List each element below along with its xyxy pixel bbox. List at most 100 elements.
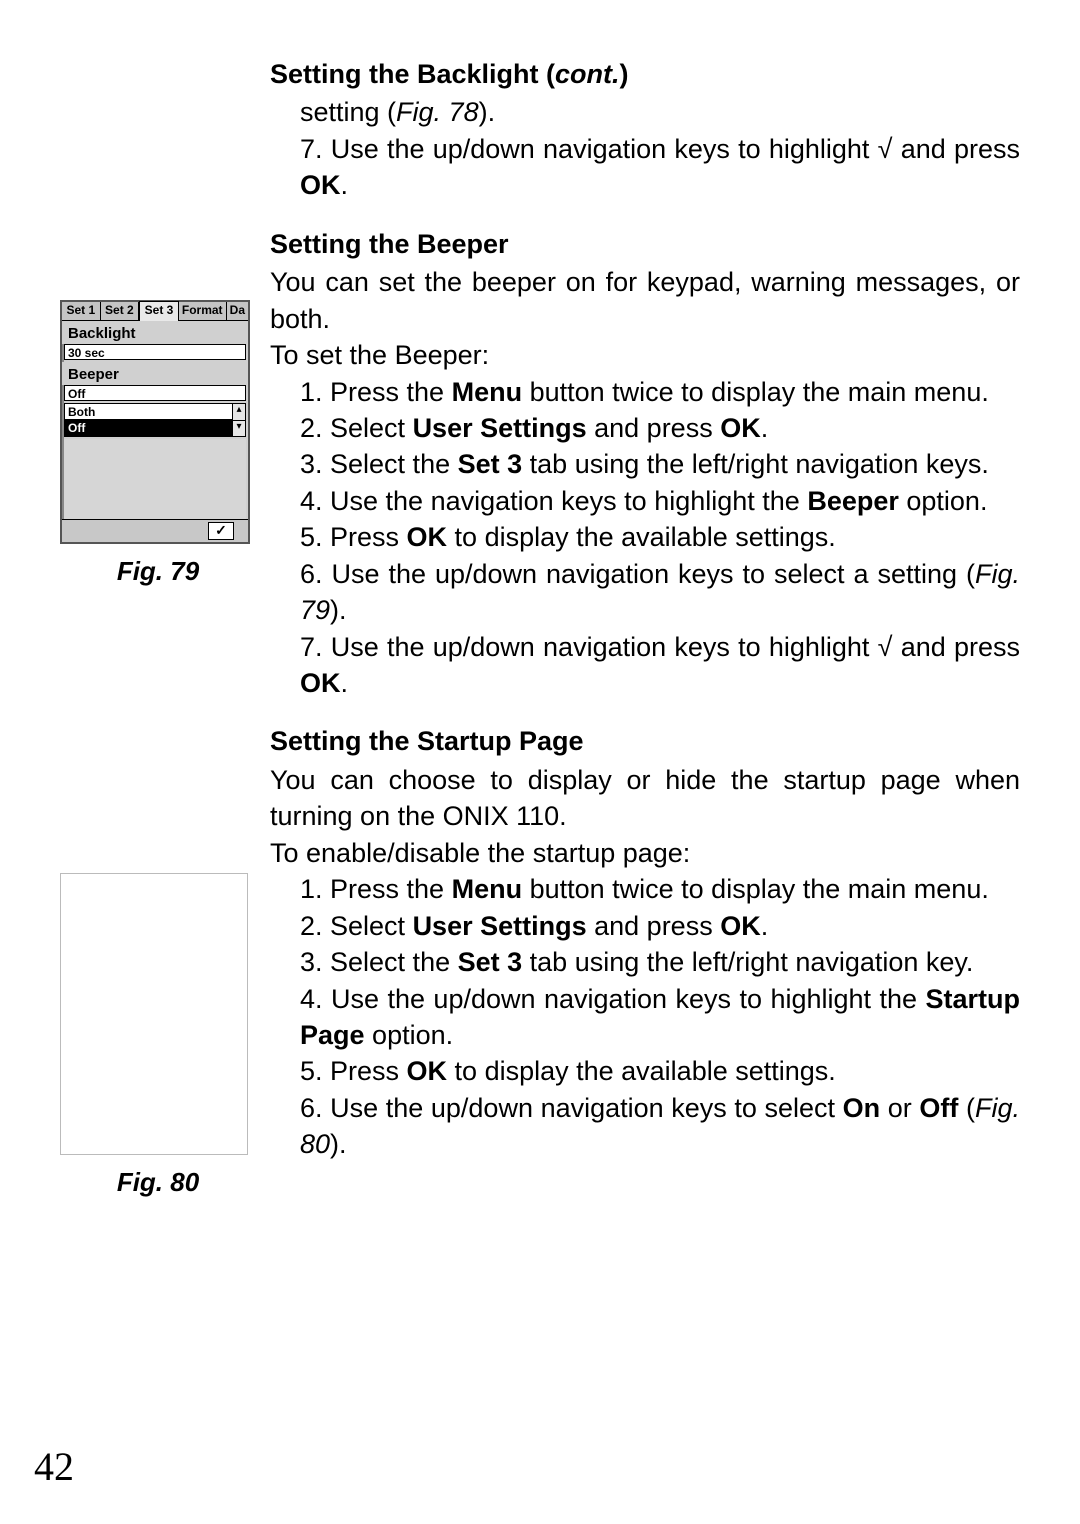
text: 7. Use the up/down navigation keys to hi… [300, 134, 1020, 164]
figure-79-screenshot: Set 1 Set 2 Set 3 Format Da Backlight 30… [60, 300, 250, 544]
set3-label: Set 3 [458, 449, 523, 479]
text: 2. Select [300, 413, 413, 443]
fig79-beeper-dropdown: Both Off ▴ ▾ [64, 403, 246, 437]
fig79-dropdown-opt-both: Both [65, 404, 245, 420]
text: tab using the left/right navigation keys… [522, 449, 989, 479]
text: . [761, 413, 769, 443]
check-icon: ✓ [208, 522, 234, 540]
text: setting ( [300, 97, 396, 127]
beeper-step4: 4. Use the navigation keys to highlight … [300, 483, 1020, 519]
text: 6. Use the up/down navigation keys to se… [300, 1093, 843, 1123]
fig79-backlight-value: 30 sec [64, 344, 246, 360]
text-column: Setting the Backlight (cont.) setting (F… [270, 56, 1020, 1163]
text: 5. Press [300, 1056, 407, 1086]
ok-label: OK [407, 1056, 448, 1086]
text: ( [958, 1093, 975, 1123]
text: to display the available settings. [447, 522, 836, 552]
menu-label: Menu [452, 377, 523, 407]
startup-step1: 1. Press the Menu button twice to displa… [300, 871, 1020, 907]
fig79-tab-data: Da [227, 302, 248, 320]
beeper-step1: 1. Press the Menu button twice to displa… [300, 374, 1020, 410]
heading-text: Setting the Backlight ( [270, 59, 555, 89]
text: and press [587, 911, 721, 941]
off-label: Off [919, 1093, 958, 1123]
heading-beeper: Setting the Beeper [270, 226, 1020, 262]
text: or [880, 1093, 919, 1123]
page-number: 42 [34, 1443, 74, 1490]
text: 4. Use the up/down navigation keys to hi… [300, 984, 926, 1014]
menu-label: Menu [452, 874, 523, 904]
text: . [341, 170, 349, 200]
fig79-backlight-label: Backlight [62, 321, 248, 344]
ok-label: OK [720, 911, 761, 941]
text: 2. Select [300, 911, 413, 941]
text: button twice to display the main menu. [522, 377, 989, 407]
text: ). [330, 595, 347, 625]
beeper-to: To set the Beeper: [270, 337, 1020, 373]
text: . [761, 911, 769, 941]
text: 1. Press the [300, 874, 452, 904]
beeper-step2: 2. Select User Settings and press OK. [300, 410, 1020, 446]
text: to display the available settings. [447, 1056, 836, 1086]
fig78-ref: Fig. 78 [396, 97, 479, 127]
text: 4. Use the navigation keys to highlight … [300, 486, 807, 516]
heading-startup: Setting the Startup Page [270, 723, 1020, 759]
beeper-step7: 7. Use the up/down navigation keys to hi… [300, 629, 1020, 702]
figure-79-caption: Fig. 79 [60, 556, 256, 587]
manual-page: Set 1 Set 2 Set 3 Format Da Backlight 30… [0, 0, 1080, 1524]
figure-80-placeholder [60, 873, 248, 1155]
fig79-tab-set3: Set 3 [139, 301, 179, 321]
beeper-steps: 1. Press the Menu button twice to displa… [270, 374, 1020, 702]
heading-cont: cont. [555, 59, 620, 89]
startup-to: To enable/disable the startup page: [270, 835, 1020, 871]
beeper-step3: 3. Select the Set 3 tab using the left/r… [300, 446, 1020, 482]
heading-close: ) [620, 59, 629, 89]
text: option. [365, 1020, 454, 1050]
backlight-steps-tail: setting (Fig. 78). 7. Use the up/down na… [270, 94, 1020, 203]
fig79-beeper-value: Off [64, 385, 246, 401]
text: ). [479, 97, 496, 127]
text: 3. Select the [300, 449, 458, 479]
text: 7. Use the up/down navigation keys to hi… [300, 632, 1020, 662]
fig79-beeper-label: Beeper [62, 362, 248, 385]
figure-column: Set 1 Set 2 Set 3 Format Da Backlight 30… [60, 300, 256, 1198]
startup-step6: 6. Use the up/down navigation keys to se… [300, 1090, 1020, 1163]
arrow-up-icon: ▴ [233, 404, 245, 421]
beeper-step6: 6. Use the up/down navigation keys to se… [300, 556, 1020, 629]
on-label: On [843, 1093, 881, 1123]
text: . [341, 668, 349, 698]
text: 5. Press [300, 522, 407, 552]
text: 1. Press the [300, 377, 452, 407]
startup-step4: 4. Use the up/down navigation keys to hi… [300, 981, 1020, 1054]
text: button twice to display the main menu. [522, 874, 989, 904]
backlight-step7: 7. Use the up/down navigation keys to hi… [300, 131, 1020, 204]
ok-label: OK [300, 170, 341, 200]
text: and press [587, 413, 721, 443]
startup-steps: 1. Press the Menu button twice to displa… [270, 871, 1020, 1163]
fig79-tabs: Set 1 Set 2 Set 3 Format Da [62, 302, 248, 321]
fig79-tab-set1: Set 1 [62, 302, 101, 320]
set3-label: Set 3 [458, 947, 523, 977]
backlight-setting-line: setting (Fig. 78). [300, 94, 1020, 130]
fig79-tab-set2: Set 2 [101, 302, 140, 320]
startup-intro: You can choose to display or hide the st… [270, 762, 1020, 835]
beeper-intro: You can set the beeper on for keypad, wa… [270, 264, 1020, 337]
ok-label: OK [300, 668, 341, 698]
text: tab using the left/right navigation key. [522, 947, 973, 977]
user-settings-label: User Settings [413, 911, 587, 941]
fig79-dropdown-opt-off: Off [65, 420, 245, 436]
fig79-bottom-bar: ✓ [62, 519, 248, 542]
startup-step2: 2. Select User Settings and press OK. [300, 908, 1020, 944]
text: ). [330, 1129, 347, 1159]
fig79-tab-format: Format [179, 302, 227, 320]
arrow-down-icon: ▾ [233, 421, 245, 437]
figure-80-caption: Fig. 80 [60, 1167, 256, 1198]
text: option. [899, 486, 988, 516]
ok-label: OK [407, 522, 448, 552]
fig79-empty-area [64, 439, 246, 519]
user-settings-label: User Settings [413, 413, 587, 443]
fig79-scroll-arrows: ▴ ▾ [232, 404, 245, 436]
startup-step3: 3. Select the Set 3 tab using the left/r… [300, 944, 1020, 980]
text: 6. Use the up/down navigation keys to se… [300, 559, 975, 589]
beeper-label: Beeper [807, 486, 899, 516]
